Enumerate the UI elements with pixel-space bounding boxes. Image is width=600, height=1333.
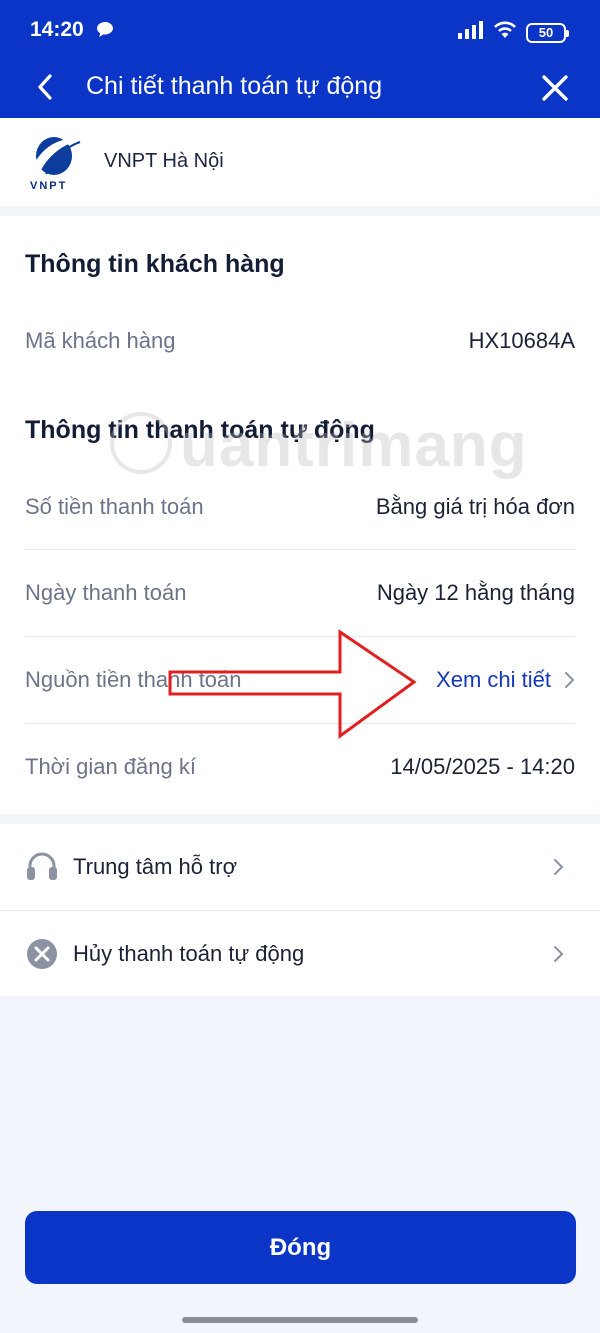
support-center-label: Trung tâm hỗ trợ [73,854,238,879]
chat-bubble-icon [96,21,114,43]
registration-time-label: Thời gian đăng kí [25,754,196,779]
view-details-link[interactable]: Xem chi tiết [436,667,575,693]
chevron-left-icon [38,74,52,100]
cancel-autopay-item[interactable]: Hủy thanh toán tự động [0,911,600,997]
payment-date-value: Ngày 12 hằng tháng [376,580,575,605]
chevron-right-icon [554,946,564,962]
customer-info-title: Thông tin khách hàng [25,250,285,278]
support-center-item[interactable]: Trung tâm hỗ trợ [0,824,600,910]
provider-card: VNPT VNPT Hà Nội [0,118,600,206]
payment-info-title: Thông tin thanh toán tự động [25,416,375,444]
page-title: Chi tiết thanh toán tự động [86,72,383,100]
battery-icon: 50 [526,22,569,43]
navbar: Chi tiết thanh toán tự động [0,58,600,118]
close-main-button[interactable]: Đóng [25,1211,576,1284]
amount-value: Bằng giá trị hóa đơn [375,494,575,519]
close-button[interactable] [536,69,574,107]
wifi-icon [492,20,518,45]
amount-row: Số tiền thanh toán Bằng giá trị hóa đơn [25,464,575,550]
annotation-arrow [168,629,417,739]
status-bar: 14:20 50 [0,0,600,58]
provider-name: VNPT Hà Nội [104,150,224,172]
status-icons: 50 [458,20,569,45]
close-icon [542,75,568,101]
payment-date-label: Ngày thanh toán [25,580,187,605]
signal-icon [458,21,484,44]
actions-list: Trung tâm hỗ trợ Hủy thanh toán tự động [0,824,600,996]
registration-time-value: 14/05/2025 - 14:20 [390,754,575,779]
amount-label: Số tiền thanh toán [25,494,204,519]
payment-date-row: Ngày thanh toán Ngày 12 hằng tháng [25,550,575,636]
app-header: 14:20 50 Chi tiết thanh toán tự động [0,0,600,118]
back-button[interactable] [28,70,62,104]
customer-id-row: Mã khách hàng HX10684A [25,298,575,384]
logo-text: VNPT [30,180,68,192]
chevron-right-icon [565,672,575,688]
customer-id-label: Mã khách hàng [25,328,176,353]
status-time: 14:20 [30,18,84,41]
home-indicator [182,1317,418,1323]
view-details-label: Xem chi tiết [436,667,551,692]
cancel-autopay-label: Hủy thanh toán tự động [73,941,305,966]
chevron-right-icon [554,859,564,875]
headset-icon [25,850,59,884]
customer-id-value: HX10684A [468,328,575,353]
vnpt-logo: VNPT [28,134,84,194]
cancel-circle-icon [25,937,59,971]
